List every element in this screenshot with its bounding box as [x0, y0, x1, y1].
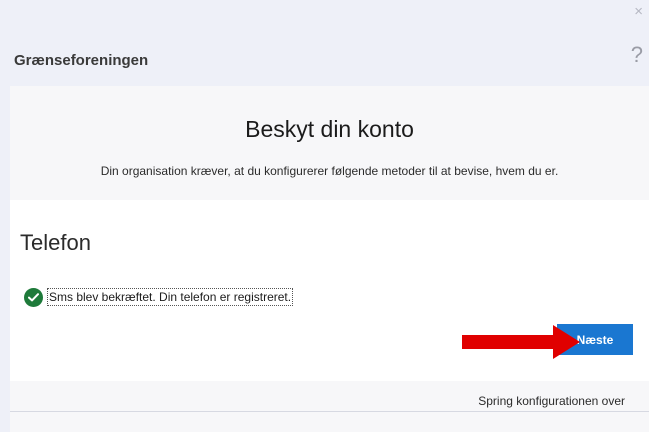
card-header: Beskyt din konto Din organisation kræver… [10, 86, 649, 200]
red-arrow-icon [462, 325, 580, 359]
help-icon[interactable]: ? [631, 44, 643, 66]
title-bar: Grænseforeningen ? [0, 36, 649, 84]
status-message: Sms blev bekræftet. Din telefon er regis… [47, 288, 294, 306]
section-title: Telefon [20, 230, 91, 255]
close-icon[interactable]: × [634, 4, 643, 19]
footer: Spring konfigurationen over [10, 381, 649, 432]
page-title: Beskyt din konto [245, 116, 414, 142]
status-row: Sms blev bekræftet. Din telefon er regis… [24, 286, 294, 308]
phone-section: Telefon Sms blev bekræftet. Din telefon … [10, 200, 649, 381]
footer-divider [10, 411, 649, 412]
page-subtitle: Din organisation kræver, at du konfigure… [100, 164, 559, 178]
organization-name: Grænseforeningen [14, 52, 149, 69]
skip-setup-link[interactable]: Spring konfigurationen over [478, 394, 625, 408]
check-circle-icon [24, 287, 43, 307]
